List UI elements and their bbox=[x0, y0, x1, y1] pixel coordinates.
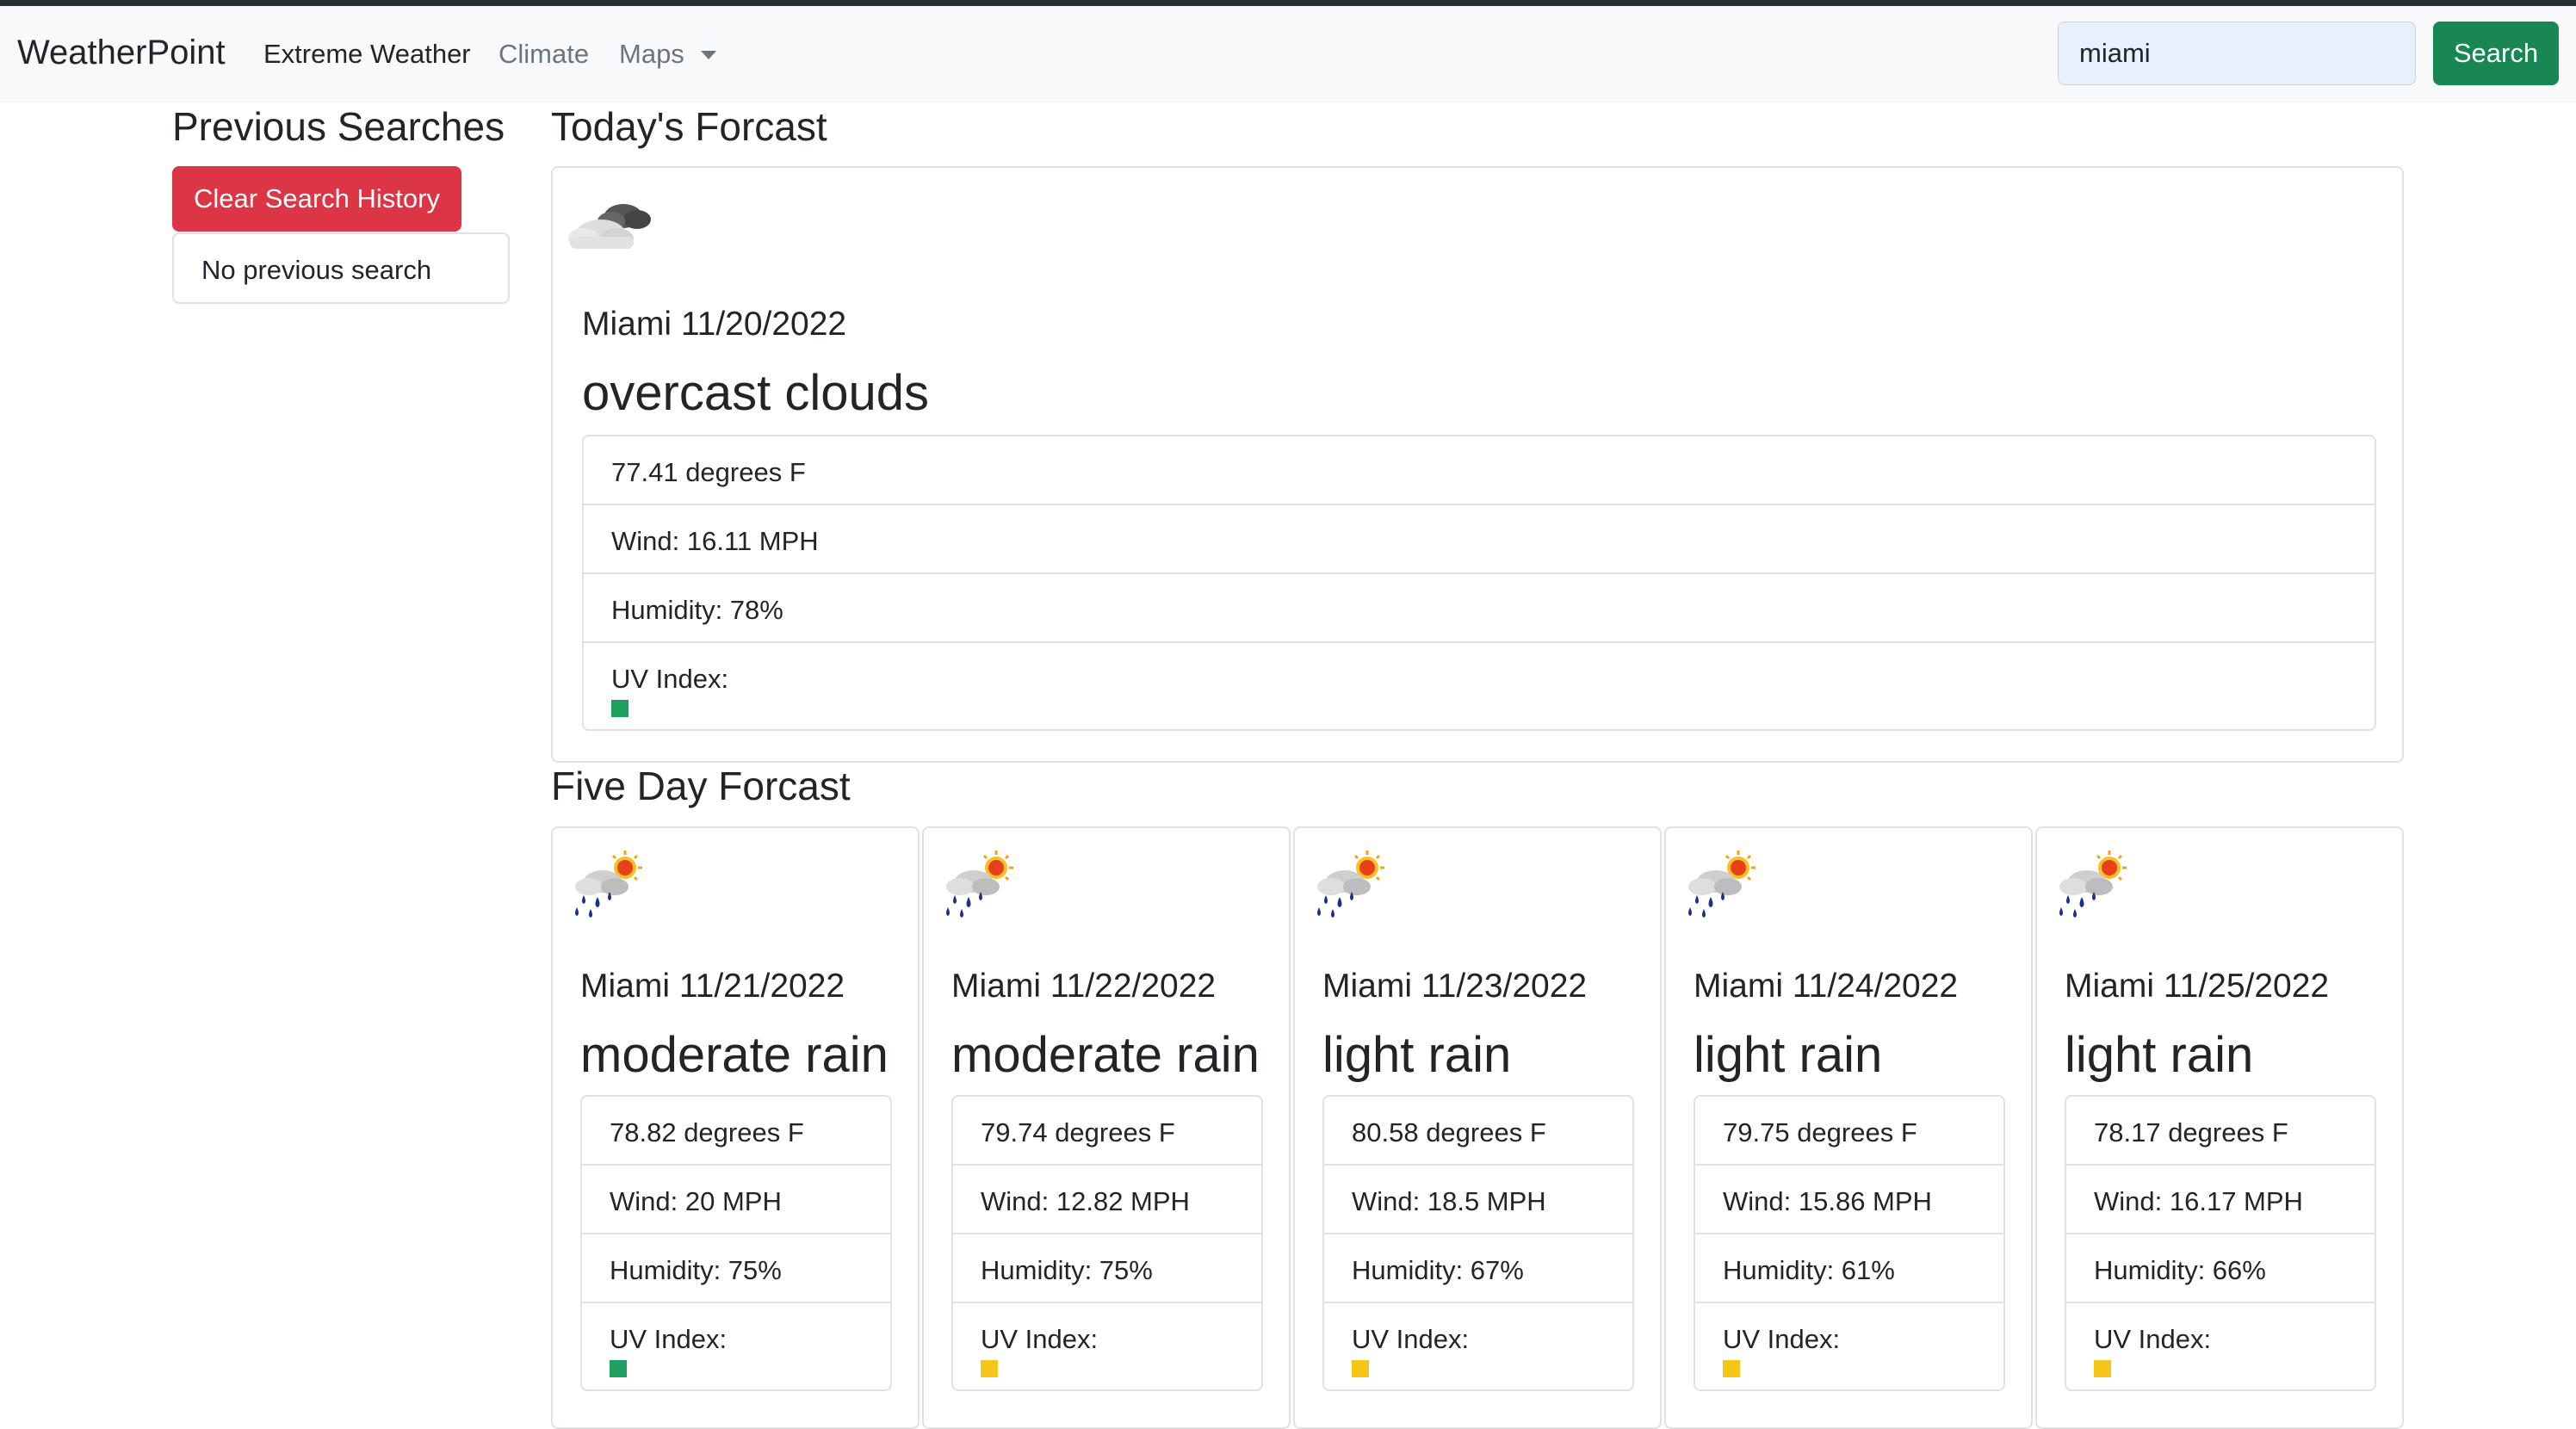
uv-index-swatch bbox=[1723, 1360, 1740, 1377]
forecast-description: moderate rain bbox=[580, 1027, 889, 1083]
forecast-uv-index: UV Index: bbox=[2066, 1303, 2375, 1389]
forecast-description: light rain bbox=[1694, 1027, 1883, 1083]
forecast-humidity: Humidity: 75% bbox=[953, 1234, 1261, 1303]
rain-sun-icon bbox=[1317, 851, 1384, 918]
clear-history-button[interactable]: Clear Search History bbox=[172, 166, 461, 232]
rain-sun-icon bbox=[946, 851, 1013, 918]
forecast-city-date: Miami 11/23/2022 bbox=[1322, 968, 1588, 1005]
brand-link[interactable]: WeatherPoint bbox=[17, 34, 226, 72]
uv-index-label: UV Index: bbox=[1723, 1324, 1841, 1354]
rain-sun-icon bbox=[1688, 851, 1756, 918]
nav-maps-dropdown[interactable]: Maps bbox=[619, 39, 684, 70]
rain-sun-icon bbox=[575, 851, 642, 918]
previous-searches-title: Previous Searches bbox=[172, 104, 505, 149]
forecast-city-date: Miami 11/24/2022 bbox=[1694, 968, 1959, 1005]
forecast-details-list: 80.58 degrees F Wind: 18.5 MPH Humidity:… bbox=[1322, 1095, 1634, 1391]
search-input[interactable] bbox=[2058, 22, 2416, 85]
forecast-uv-index: UV Index: bbox=[1695, 1303, 2003, 1389]
today-uv-index: UV Index: bbox=[584, 643, 2375, 729]
forecast-description: light rain bbox=[2065, 1027, 2254, 1083]
forecast-temperature: 79.75 degrees F bbox=[1695, 1097, 2003, 1166]
empty-history-text: No previous search bbox=[201, 255, 432, 285]
forecast-details-list: 78.82 degrees F Wind: 20 MPH Humidity: 7… bbox=[580, 1095, 892, 1391]
uv-index-label: UV Index: bbox=[1352, 1324, 1470, 1354]
search-history-list: No previous search bbox=[172, 232, 510, 304]
forecast-uv-index: UV Index: bbox=[953, 1303, 1261, 1389]
forecast-details-list: 79.74 degrees F Wind: 12.82 MPH Humidity… bbox=[951, 1095, 1263, 1391]
forecast-city-date: Miami 11/22/2022 bbox=[951, 968, 1217, 1005]
forecast-humidity: Humidity: 75% bbox=[582, 1234, 890, 1303]
forecast-details-list: 78.17 degrees F Wind: 16.17 MPH Humidity… bbox=[2065, 1095, 2376, 1391]
uv-index-swatch bbox=[2094, 1360, 2111, 1377]
forecast-wind: Wind: 18.5 MPH bbox=[1324, 1166, 1632, 1234]
today-temperature: 77.41 degrees F bbox=[584, 436, 2375, 505]
forecast-humidity: Humidity: 61% bbox=[1695, 1234, 2003, 1303]
forecast-city-date: Miami 11/21/2022 bbox=[580, 968, 845, 1005]
navbar: WeatherPoint Extreme Weather Climate Map… bbox=[0, 6, 2576, 102]
nav-climate[interactable]: Climate bbox=[498, 39, 589, 70]
uv-index-label: UV Index: bbox=[610, 1324, 728, 1354]
forecast-card-2: Miami 11/22/2022 moderate rain 79.74 deg… bbox=[922, 826, 1291, 1429]
forecast-wind: Wind: 15.86 MPH bbox=[1695, 1166, 2003, 1234]
nav-extreme-weather[interactable]: Extreme Weather bbox=[263, 39, 471, 70]
todays-forecast-title: Today's Forcast bbox=[551, 104, 827, 149]
uv-index-swatch bbox=[1352, 1360, 1369, 1377]
today-card: Miami 11/20/2022 overcast clouds 77.41 d… bbox=[551, 166, 2404, 763]
rain-sun-icon bbox=[2059, 851, 2127, 918]
forecast-temperature: 78.82 degrees F bbox=[582, 1097, 890, 1166]
today-wind: Wind: 16.11 MPH bbox=[584, 505, 2375, 574]
five-day-forecast-title: Five Day Forcast bbox=[551, 764, 851, 808]
forecast-card-5: Miami 11/25/2022 light rain 78.17 degree… bbox=[2035, 826, 2404, 1429]
overcast-clouds-icon bbox=[568, 204, 651, 249]
forecast-city-date: Miami 11/25/2022 bbox=[2065, 968, 2330, 1005]
today-details-list: 77.41 degrees F Wind: 16.11 MPH Humidity… bbox=[582, 435, 2376, 731]
forecast-card-4: Miami 11/24/2022 light rain 79.75 degree… bbox=[1664, 826, 2033, 1429]
uv-index-label: UV Index: bbox=[611, 664, 729, 694]
forecast-uv-index: UV Index: bbox=[1324, 1303, 1632, 1389]
search-button[interactable]: Search bbox=[2433, 22, 2559, 85]
forecast-temperature: 80.58 degrees F bbox=[1324, 1097, 1632, 1166]
forecast-description: light rain bbox=[1322, 1027, 1512, 1083]
forecast-humidity: Humidity: 66% bbox=[2066, 1234, 2375, 1303]
uv-index-label: UV Index: bbox=[981, 1324, 1099, 1354]
forecast-card-3: Miami 11/23/2022 light rain 80.58 degree… bbox=[1293, 826, 1662, 1429]
forecast-description: moderate rain bbox=[951, 1027, 1260, 1083]
uv-index-swatch bbox=[610, 1360, 627, 1377]
forecast-wind: Wind: 12.82 MPH bbox=[953, 1166, 1261, 1234]
forecast-humidity: Humidity: 67% bbox=[1324, 1234, 1632, 1303]
forecast-card-1: Miami 11/21/2022 moderate rain 78.82 deg… bbox=[551, 826, 920, 1429]
window-top-strip bbox=[0, 0, 2576, 6]
today-description: overcast clouds bbox=[582, 365, 929, 421]
today-humidity: Humidity: 78% bbox=[584, 574, 2375, 643]
today-city-date: Miami 11/20/2022 bbox=[582, 306, 847, 343]
forecast-temperature: 78.17 degrees F bbox=[2066, 1097, 2375, 1166]
uv-index-swatch bbox=[981, 1360, 998, 1377]
forecast-wind: Wind: 20 MPH bbox=[582, 1166, 890, 1234]
forecast-wind: Wind: 16.17 MPH bbox=[2066, 1166, 2375, 1234]
uv-index-label: UV Index: bbox=[2094, 1324, 2212, 1354]
forecast-uv-index: UV Index: bbox=[582, 1303, 890, 1389]
forecast-temperature: 79.74 degrees F bbox=[953, 1097, 1261, 1166]
chevron-down-icon[interactable] bbox=[701, 51, 716, 59]
uv-index-swatch bbox=[611, 700, 629, 717]
forecast-details-list: 79.75 degrees F Wind: 15.86 MPH Humidity… bbox=[1694, 1095, 2005, 1391]
